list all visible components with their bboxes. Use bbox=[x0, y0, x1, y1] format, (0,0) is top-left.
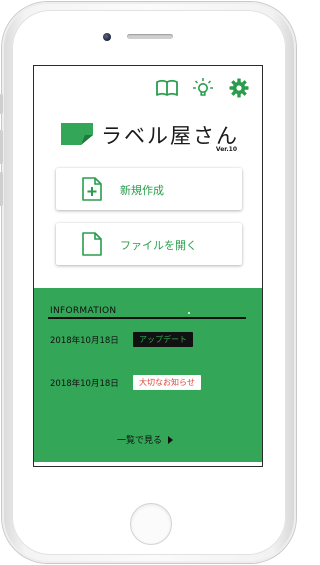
update-badge: アップデート bbox=[133, 332, 193, 347]
view-all-link[interactable]: 一覧で見る bbox=[117, 433, 174, 446]
new-document-button[interactable]: 新規作成 bbox=[56, 168, 242, 210]
news-date: 2018年10月18日 bbox=[50, 335, 119, 346]
bottom-strip bbox=[34, 462, 262, 466]
version-label: Ver.10 bbox=[215, 146, 237, 153]
view-all-label: 一覧で見る bbox=[117, 436, 163, 446]
app-logo: ラベル屋さん Ver.10 bbox=[61, 119, 241, 153]
app-screen: ラベル屋さん Ver.10 新規作成 ファイルを開く INFORMATION 2… bbox=[33, 65, 263, 467]
news-item[interactable]: 2018年10月18日 大切なお知らせ bbox=[50, 375, 201, 390]
earpiece-speaker bbox=[127, 34, 173, 39]
mute-switch bbox=[0, 94, 3, 114]
home-button[interactable] bbox=[130, 503, 172, 545]
open-file-button[interactable]: ファイルを開く bbox=[56, 223, 242, 265]
volume-up-button bbox=[0, 130, 3, 164]
new-document-label: 新規作成 bbox=[120, 184, 164, 197]
lightbulb-icon[interactable] bbox=[190, 76, 216, 100]
volume-down-button bbox=[0, 172, 3, 206]
news-item[interactable]: 2018年10月18日 アップデート bbox=[50, 332, 193, 347]
new-document-icon bbox=[82, 177, 102, 201]
book-icon[interactable] bbox=[154, 76, 180, 100]
open-file-label: ファイルを開く bbox=[120, 239, 197, 252]
decorative-dot bbox=[188, 312, 190, 314]
document-icon bbox=[82, 232, 102, 256]
gear-icon[interactable] bbox=[226, 76, 252, 100]
information-divider bbox=[48, 317, 246, 319]
label-logo-icon bbox=[61, 123, 93, 145]
top-toolbar bbox=[154, 76, 252, 100]
important-notice-badge: 大切なお知らせ bbox=[133, 375, 201, 390]
information-heading: INFORMATION bbox=[50, 306, 117, 316]
news-date: 2018年10月18日 bbox=[50, 378, 119, 389]
front-camera bbox=[103, 33, 111, 41]
arrow-right-icon bbox=[168, 435, 174, 444]
information-panel: INFORMATION 2018年10月18日 アップデート 2018年10月1… bbox=[34, 288, 262, 462]
